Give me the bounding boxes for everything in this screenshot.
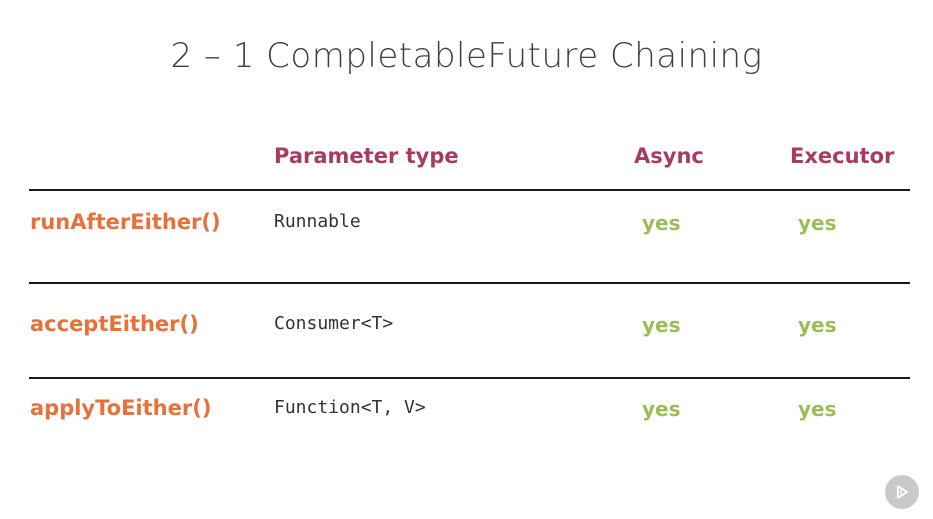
table-divider	[29, 282, 910, 284]
async-value: yes	[642, 397, 681, 421]
method-name: applyToEither()	[30, 396, 212, 420]
table-divider	[29, 189, 910, 191]
table-divider	[29, 377, 910, 379]
slide-title: 2 – 1 CompletableFuture Chaining	[170, 36, 763, 76]
executor-value: yes	[798, 211, 837, 235]
method-name: acceptEither()	[30, 312, 199, 336]
parameter-type: Function<T, V>	[274, 397, 426, 418]
method-name: runAfterEither()	[30, 210, 221, 234]
parameter-type: Runnable	[274, 211, 361, 232]
parameter-type: Consumer<T>	[274, 313, 394, 334]
executor-value: yes	[798, 397, 837, 421]
executor-value: yes	[798, 313, 837, 337]
slide: 2 – 1 CompletableFuture Chaining Paramet…	[0, 0, 933, 519]
async-value: yes	[642, 313, 681, 337]
async-value: yes	[642, 211, 681, 235]
header-parameter-type: Parameter type	[274, 144, 459, 168]
play-icon	[897, 485, 908, 499]
header-executor: Executor	[790, 144, 895, 168]
header-async: Async	[634, 144, 704, 168]
play-button[interactable]	[885, 475, 919, 509]
